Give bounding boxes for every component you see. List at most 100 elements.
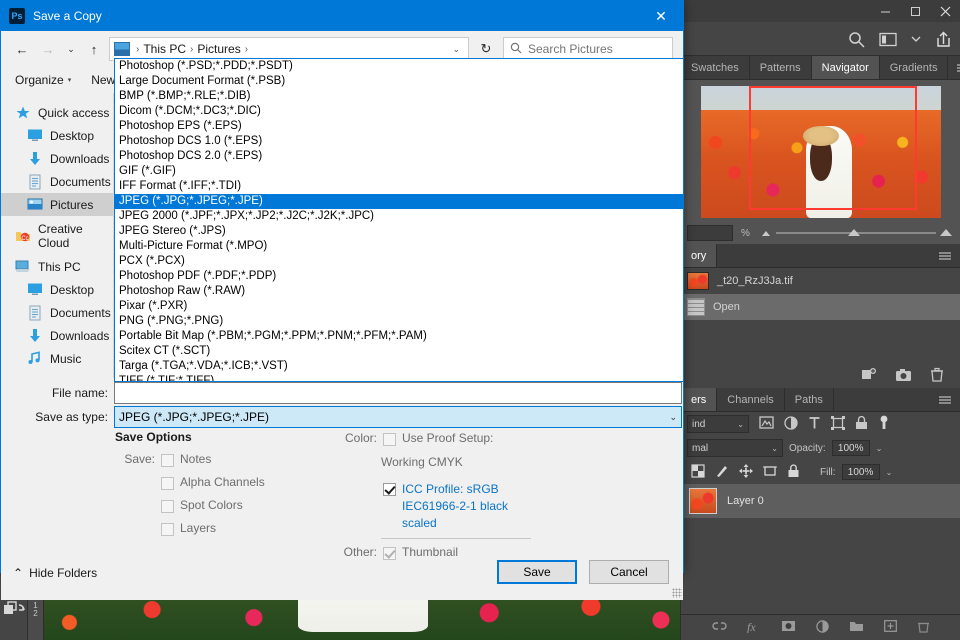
tab-navigator[interactable]: Navigator	[811, 56, 880, 79]
share-icon[interactable]	[935, 31, 952, 48]
sidebar-item-pictures[interactable]: Pictures	[1, 193, 113, 216]
dropdown-option[interactable]: Pixar (*.PXR)	[115, 299, 683, 314]
icc-profile-checkbox[interactable]	[383, 483, 396, 496]
save-as-type-combobox[interactable]: JPEG (*.JPG;*.JPEG;*.JPE) ⌄	[114, 406, 682, 428]
save-option-layers[interactable]: Layers	[115, 521, 325, 544]
sidebar-item-documents[interactable]: Documents	[1, 170, 113, 193]
dropdown-option[interactable]: Targa (*.TGA;*.VDA;*.ICB;*.VST)	[115, 359, 683, 374]
dropdown-option[interactable]: Photoshop PDF (*.PDF;*.PDP)	[115, 269, 683, 284]
zoom-out-icon[interactable]	[761, 231, 770, 236]
save-option-alpha-channels[interactable]: Alpha Channels	[115, 475, 325, 498]
alpha-channels-checkbox[interactable]	[161, 477, 174, 490]
zoom-in-icon[interactable]	[940, 229, 952, 236]
lock-artboard-icon[interactable]	[763, 464, 777, 481]
dropdown-option[interactable]: PNG (*.PNG;*.PNG)	[115, 314, 683, 329]
resize-grip[interactable]	[672, 588, 682, 598]
dropdown-option[interactable]: Portable Bit Map (*.PBM;*.PGM;*.PPM;*.PN…	[115, 329, 683, 344]
camera-snapshot-icon[interactable]	[895, 368, 912, 385]
dropdown-option[interactable]: TIFF (*.TIF;*.TIFF)	[115, 374, 683, 381]
tab-layers[interactable]: ers	[681, 388, 718, 411]
sidebar-item-desktop-pc[interactable]: Desktop	[1, 278, 113, 301]
layer-filter-kind-select[interactable]: ind ⌄	[687, 415, 749, 433]
search-icon[interactable]	[848, 31, 865, 48]
pixel-filter-icon[interactable]	[759, 416, 774, 432]
opacity-value[interactable]: 100%	[831, 440, 870, 456]
tab-gradients[interactable]: Gradients	[879, 56, 949, 79]
sidebar-item-creative-cloud[interactable]: Cc Creative Cloud	[1, 222, 113, 250]
layers-panel-menu-icon[interactable]	[930, 388, 960, 411]
tab-channels[interactable]: Channels	[717, 388, 785, 411]
dropdown-option[interactable]: Scitex CT (*.SCT)	[115, 344, 683, 359]
new-snapshot-from-state-icon[interactable]	[861, 367, 877, 385]
layer-row[interactable]: Layer 0	[681, 484, 960, 518]
hide-folders-button[interactable]: ⌃ Hide Folders	[13, 566, 97, 580]
tab-swatches[interactable]: Swatches	[681, 56, 750, 79]
layer-mask-icon[interactable]	[781, 620, 796, 635]
lock-position-icon[interactable]	[739, 463, 753, 481]
sidebar-item-documents-pc[interactable]: Documents	[1, 301, 113, 324]
lock-image-pixels-icon[interactable]	[715, 464, 729, 481]
dropdown-option[interactable]: Photoshop EPS (*.EPS)	[115, 119, 683, 134]
workspace-icon[interactable]	[879, 32, 897, 47]
dropdown-option[interactable]: GIF (*.GIF)	[115, 164, 683, 179]
fill-value[interactable]: 100%	[841, 464, 880, 480]
type-filter-icon[interactable]	[808, 416, 821, 433]
organize-button[interactable]: Organize ▾	[15, 73, 71, 87]
delete-layer-icon[interactable]	[917, 620, 930, 636]
color-option-icc-profile[interactable]: ICC Profile: sRGB IEC61966-2-1 black sca…	[335, 481, 565, 532]
save-option-notes[interactable]: Save: Notes	[115, 452, 325, 475]
dropdown-option[interactable]: Photoshop DCS 1.0 (*.EPS)	[115, 134, 683, 149]
up-one-level-button[interactable]: ↑	[83, 37, 105, 61]
notes-checkbox[interactable]	[161, 454, 174, 467]
save-button[interactable]: Save	[497, 560, 577, 584]
history-panel-menu-icon[interactable]	[930, 244, 960, 267]
sidebar-item-downloads-pc[interactable]: Downloads	[1, 324, 113, 347]
maximize-icon[interactable]	[900, 0, 930, 22]
dropdown-option[interactable]: JPEG 2000 (*.JPF;*.JPX;*.JP2;*.J2C;*.J2K…	[115, 209, 683, 224]
sidebar-item-this-pc[interactable]: This PC	[1, 255, 113, 278]
new-group-icon[interactable]	[849, 620, 864, 635]
dropdown-option[interactable]: Multi-Picture Format (*.MPO)	[115, 239, 683, 254]
dropdown-option[interactable]: IFF Format (*.IFF;*.TDI)	[115, 179, 683, 194]
delete-icon[interactable]	[930, 367, 944, 385]
back-button[interactable]: ←	[11, 37, 33, 61]
navigator-zoom-slider[interactable]	[758, 225, 954, 241]
breadcrumb-item-pictures[interactable]: Pictures	[197, 42, 240, 56]
navigator-view-rectangle[interactable]	[748, 86, 917, 210]
forward-button[interactable]: →	[37, 37, 59, 61]
history-state-row[interactable]: Open	[681, 294, 960, 320]
adjustment-layer-icon[interactable]	[815, 619, 829, 636]
dropdown-option[interactable]: Photoshop DCS 2.0 (*.EPS)	[115, 149, 683, 164]
new-layer-icon[interactable]	[883, 620, 897, 635]
link-layers-icon[interactable]	[711, 620, 727, 635]
cancel-button[interactable]: Cancel	[589, 560, 669, 584]
fill-chevron-down-icon[interactable]: ⌄	[886, 468, 893, 477]
sidebar-item-music[interactable]: Music	[1, 347, 113, 370]
zoom-slider-knob[interactable]	[848, 229, 861, 236]
chevron-down-icon[interactable]	[911, 36, 921, 43]
history-snapshot-row[interactable]: _t20_RzJ3Ja.tif	[681, 268, 960, 294]
sidebar-item-desktop[interactable]: Desktop	[1, 124, 113, 147]
shape-filter-icon[interactable]	[831, 415, 845, 433]
navigator-zoom-input[interactable]	[687, 225, 733, 241]
dropdown-option[interactable]: Photoshop (*.PSD;*.PDD;*.PSDT)	[115, 59, 683, 74]
recent-locations-button[interactable]: ⌄	[63, 37, 79, 61]
file-name-input[interactable]	[114, 382, 682, 404]
smart-object-filter-icon[interactable]	[855, 415, 868, 433]
dropdown-option[interactable]: Dicom (*.DCM;*.DC3;*.DIC)	[115, 104, 683, 119]
lock-transparent-pixels-icon[interactable]	[691, 463, 705, 481]
tab-history[interactable]: ory	[681, 244, 718, 267]
tab-patterns[interactable]: Patterns	[749, 56, 812, 79]
use-proof-setup-checkbox[interactable]	[383, 433, 396, 446]
sidebar-item-quick-access[interactable]: Quick access	[1, 101, 113, 124]
color-option-use-proof-setup[interactable]: Color: Use Proof Setup:	[335, 431, 565, 454]
sidebar-item-downloads[interactable]: Downloads	[1, 147, 113, 170]
panel-menu-icon[interactable]	[948, 56, 960, 79]
layer-style-fx-icon[interactable]: fx	[747, 620, 761, 636]
opacity-chevron-down-icon[interactable]: ⌄	[876, 444, 883, 453]
dropdown-option[interactable]: PCX (*.PCX)	[115, 254, 683, 269]
tab-paths[interactable]: Paths	[784, 388, 834, 411]
filter-toggle-icon[interactable]	[878, 415, 890, 434]
dropdown-option[interactable]: Photoshop Raw (*.RAW)	[115, 284, 683, 299]
dropdown-option[interactable]: JPEG Stereo (*.JPS)	[115, 224, 683, 239]
